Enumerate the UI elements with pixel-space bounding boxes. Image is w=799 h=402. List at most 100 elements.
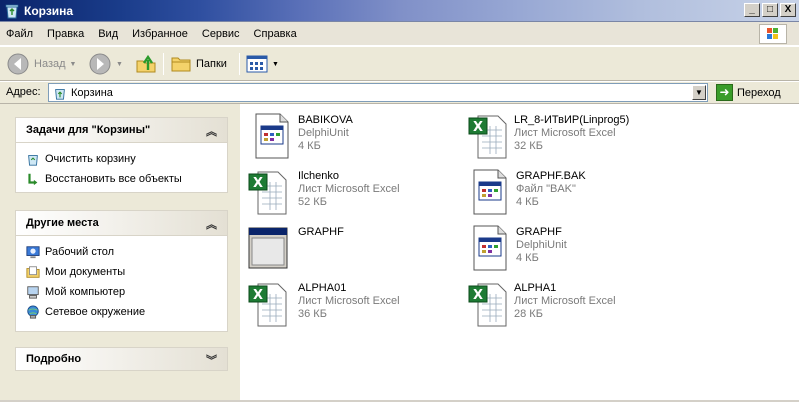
file-view: BABIKOVA DelphiUnit 4 КБ X LR_8-ИТвИР(Li… <box>240 104 799 402</box>
file-name: Ilchenko <box>298 170 339 182</box>
file-item[interactable]: BABIKOVA DelphiUnit 4 КБ <box>252 112 353 166</box>
folder-up-icon <box>136 54 156 73</box>
file-size: 4 КБ <box>298 140 321 152</box>
forward-button[interactable]: ▼ <box>88 51 123 77</box>
place-network[interactable]: Сетевое окружение <box>26 302 217 322</box>
title-bar[interactable]: Корзина _ □ X <box>0 0 799 22</box>
svg-text:X: X <box>253 288 263 303</box>
window-title: Корзина <box>24 4 74 18</box>
bak-file-icon <box>473 169 507 215</box>
tasks-panel-title: Задачи для "Корзины" <box>26 124 151 136</box>
file-item[interactable]: GRAPHF <box>248 224 344 278</box>
file-size: 32 КБ <box>514 140 543 152</box>
delphi-unit-icon <box>255 113 289 159</box>
forward-dropdown-icon[interactable]: ▼ <box>116 61 123 68</box>
views-button[interactable]: ▼ <box>246 51 279 77</box>
menu-help[interactable]: Справка <box>254 28 297 40</box>
folders-button[interactable]: Папки <box>170 51 227 77</box>
restore-all-label: Восстановить все объекты <box>45 173 182 185</box>
place-my-computer[interactable]: Мой компьютер <box>26 282 217 302</box>
recycle-bin-icon <box>5 4 19 19</box>
delphi-unit-icon <box>473 225 507 271</box>
toolbar: Назад ▼ ▼ Папки ▼ <box>0 47 799 81</box>
address-input[interactable]: Корзина ▼ <box>48 83 708 102</box>
desktop-icon <box>26 246 40 259</box>
excel-icon: X <box>248 171 287 215</box>
place-desktop-label: Рабочий стол <box>45 246 115 258</box>
network-icon <box>27 305 39 319</box>
file-size: 52 КБ <box>298 196 327 208</box>
menu-file[interactable]: Файл <box>6 28 33 40</box>
file-size: 36 КБ <box>298 308 327 320</box>
place-desktop[interactable]: Рабочий стол <box>26 242 217 262</box>
place-my-documents-label: Мои документы <box>45 266 126 278</box>
menu-edit[interactable]: Правка <box>47 28 84 40</box>
details-panel-title: Подробно <box>26 353 82 365</box>
file-item[interactable]: X Ilchenko Лист Microsoft Excel 52 КБ <box>248 168 400 222</box>
file-item[interactable]: GRAPHF.BAK Файл "BAK" 4 КБ <box>470 168 586 222</box>
file-name: ALPHA1 <box>514 282 557 294</box>
file-item[interactable]: X ALPHA01 Лист Microsoft Excel 36 КБ <box>248 280 400 334</box>
collapse-chevron-icon[interactable]: ︽ <box>206 123 217 139</box>
other-places-panel: Другие места ︽ Рабочий стол Мои документ… <box>15 210 228 332</box>
file-type: Файл "BAK" <box>516 183 576 195</box>
empty-bin-icon <box>28 155 38 166</box>
file-item[interactable]: X LR_8-ИТвИР(Linprog5) Лист Microsoft Ex… <box>468 112 629 166</box>
windows-logo-icon <box>759 24 787 44</box>
collapse-chevron-icon[interactable]: ︽ <box>206 216 217 232</box>
my-computer-icon <box>27 286 39 299</box>
tasks-panel-header[interactable]: Задачи для "Корзины" ︽ <box>16 118 227 143</box>
place-my-computer-label: Мой компьютер <box>45 286 126 298</box>
recycle-bin-icon <box>55 88 65 100</box>
address-dropdown-button[interactable]: ▼ <box>692 85 706 100</box>
place-my-documents[interactable]: Мои документы <box>26 262 217 282</box>
maximize-button[interactable]: □ <box>762 3 778 17</box>
application-window-icon <box>248 227 288 269</box>
file-type: DelphiUnit <box>298 127 349 139</box>
file-item[interactable]: X ALPHA1 Лист Microsoft Excel 28 КБ <box>468 280 616 334</box>
forward-arrow-icon <box>89 53 111 75</box>
expand-chevron-icon[interactable]: ︾ <box>206 352 217 368</box>
address-label: Адрес: <box>6 86 41 98</box>
minimize-button[interactable]: _ <box>744 3 760 17</box>
file-size: 4 КБ <box>516 196 539 208</box>
address-bar: Адрес: Корзина ▼ ➜ Переход <box>0 82 799 104</box>
excel-icon: X <box>468 115 507 159</box>
back-button[interactable]: Назад ▼ <box>6 51 76 77</box>
my-documents-icon <box>26 266 40 278</box>
other-places-title: Другие места <box>26 217 99 229</box>
close-button[interactable]: X <box>780 3 796 17</box>
restore-all-link[interactable]: Восстановить все объекты <box>26 169 217 189</box>
file-name: GRAPHF.BAK <box>516 170 586 182</box>
menu-view[interactable]: Вид <box>98 28 118 40</box>
up-button[interactable] <box>134 51 158 77</box>
details-panel-header[interactable]: Подробно ︾ <box>16 348 227 370</box>
menu-tools[interactable]: Сервис <box>202 28 240 40</box>
file-name: ALPHA01 <box>298 282 347 294</box>
svg-text:X: X <box>253 176 263 191</box>
back-label: Назад <box>34 58 66 70</box>
file-type: Лист Microsoft Excel <box>298 183 400 195</box>
other-places-header[interactable]: Другие места ︽ <box>16 211 227 236</box>
file-type: Лист Microsoft Excel <box>514 127 616 139</box>
details-panel: Подробно ︾ <box>15 347 228 371</box>
back-dropdown-icon[interactable]: ▼ <box>70 61 77 68</box>
menu-favorites[interactable]: Избранное <box>132 28 188 40</box>
empty-recycle-bin-link[interactable]: Очистить корзину <box>26 149 217 169</box>
empty-recycle-bin-label: Очистить корзину <box>45 153 136 165</box>
file-name: GRAPHF <box>516 226 562 238</box>
svg-text:X: X <box>473 120 483 135</box>
menu-bar: Файл Правка Вид Избранное Сервис Справка <box>0 22 799 46</box>
file-name: GRAPHF <box>298 226 344 238</box>
back-arrow-icon <box>7 53 29 75</box>
place-network-label: Сетевое окружение <box>45 306 146 318</box>
go-button[interactable]: ➜ Переход <box>716 83 781 102</box>
file-item[interactable]: GRAPHF DelphiUnit 4 КБ <box>470 224 567 278</box>
folders-icon <box>171 57 191 72</box>
views-dropdown-icon[interactable]: ▼ <box>272 61 279 68</box>
task-pane: Задачи для "Корзины" ︽ Очистить корзину … <box>0 104 240 402</box>
file-size: 4 КБ <box>516 252 539 264</box>
file-name: LR_8-ИТвИР(Linprog5) <box>514 114 630 126</box>
go-label: Переход <box>737 86 781 99</box>
folders-label: Папки <box>196 58 227 70</box>
